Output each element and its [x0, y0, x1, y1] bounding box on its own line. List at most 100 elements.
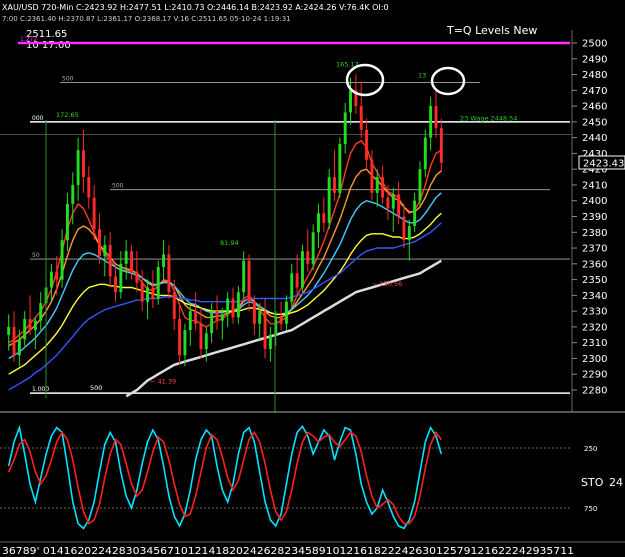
y-tick-label: 2410	[582, 180, 607, 191]
candle-body	[252, 301, 256, 324]
y-tick-label: 2320	[582, 322, 607, 333]
level-label-main: 000	[32, 115, 44, 122]
candle-body	[333, 177, 336, 193]
y-tick-label: 2390	[582, 212, 607, 223]
candle-body	[434, 106, 438, 129]
candle-body	[188, 311, 192, 331]
candle-body	[306, 251, 310, 264]
candle-body	[338, 143, 342, 193]
candle-body	[28, 319, 32, 331]
y-tick-label: 2360	[582, 259, 607, 270]
y-tick-label: 2400	[582, 196, 607, 207]
candle-body	[108, 244, 112, 277]
candle-body	[220, 314, 224, 321]
candle-body	[322, 213, 326, 223]
candle-body	[268, 334, 272, 349]
header-line2: 7:00 C:2361.40 H:2370.87 L:2361.17 O:236…	[2, 15, 291, 23]
candle-body	[65, 203, 69, 241]
candle-body	[199, 323, 203, 349]
candle-body	[365, 129, 369, 160]
candle-body	[55, 271, 59, 280]
candle-body	[300, 251, 304, 288]
candle-body	[76, 150, 80, 185]
y-tick-label: 2310	[582, 338, 607, 349]
candle-body	[423, 137, 427, 170]
candle	[300, 244, 304, 293]
y-tick-label: 2370	[582, 244, 607, 255]
y-tick-label: 2490	[582, 54, 607, 65]
candle-body	[194, 311, 198, 324]
candle-body	[49, 271, 53, 288]
candle-body	[114, 276, 117, 293]
level-label-mid: 500	[112, 183, 124, 190]
candle-body	[140, 282, 144, 302]
level-label-magenta: 1.272	[20, 36, 37, 43]
level-label-bottom: 1.000	[32, 386, 49, 393]
candle	[338, 137, 342, 198]
candle-body	[418, 169, 422, 201]
candle-body	[226, 298, 230, 315]
candle-body	[439, 128, 443, 163]
y-tick-label: 2330	[582, 307, 607, 318]
candle-body	[215, 311, 219, 321]
candle-body	[290, 273, 294, 302]
candle-body	[263, 311, 267, 349]
time-axis-labels: 36789' 014162022428303456710121418202426…	[2, 546, 574, 557]
y-tick-label: 2340	[582, 291, 607, 302]
candle-body	[103, 244, 107, 256]
candle-body	[407, 225, 411, 241]
candle-body	[172, 292, 176, 320]
candle-body	[39, 303, 43, 321]
candle	[327, 169, 331, 230]
candle-body	[130, 251, 133, 272]
last-price-label: 2423.43	[583, 159, 624, 170]
candle-body	[204, 333, 208, 349]
candle-body	[397, 194, 401, 217]
sto-level-label: 250	[584, 445, 597, 453]
candle-body	[279, 317, 283, 324]
candle-body	[295, 273, 299, 288]
level-label-top: 500	[62, 75, 74, 82]
chart-title: T=Q Levels New	[446, 24, 537, 37]
y-tick-label: 2460	[582, 102, 607, 113]
y-tick-label: 2500	[582, 39, 607, 50]
header-line1: XAU/USD 720-Min C:2423.92 H:2477.51 L:24…	[2, 3, 389, 12]
y-tick-label: 2380	[582, 228, 607, 239]
candle-body	[391, 194, 395, 209]
candle-body	[71, 184, 75, 204]
candle-body	[311, 232, 315, 264]
sto-label: STO	[581, 476, 604, 489]
candle-body	[98, 229, 101, 256]
candle-body	[135, 271, 139, 283]
candle-body	[231, 298, 235, 318]
candle-body	[375, 177, 379, 193]
annotation-label: 23 Wage 2448.54	[460, 114, 517, 122]
y-tick-label: 2300	[582, 354, 607, 365]
candle	[156, 260, 160, 305]
y-tick-label: 2440	[582, 133, 607, 144]
candle-body	[12, 326, 16, 356]
y-tick-label: 2450	[582, 117, 607, 128]
y-tick-label: 2480	[582, 70, 607, 81]
candle-body	[124, 251, 128, 264]
candle-body	[236, 292, 240, 318]
candle-body	[17, 339, 21, 356]
candle-body	[402, 216, 406, 241]
sto-level-label: 750	[584, 505, 597, 513]
candle-body	[247, 260, 251, 302]
annotation-label: 172.65	[56, 111, 79, 119]
candle-body	[317, 213, 320, 233]
annotation-label: 13	[418, 72, 426, 80]
y-tick-label: 2290	[582, 370, 607, 381]
annotation-label: 81.94	[220, 239, 239, 247]
y-tick-label: 2280	[582, 386, 607, 397]
candle-body	[92, 197, 96, 230]
candle-body	[381, 177, 385, 198]
candle-body	[33, 320, 37, 331]
candle-body	[162, 254, 166, 267]
candle-body	[284, 301, 288, 324]
candle-body	[343, 112, 347, 144]
candle-body	[7, 326, 11, 335]
candle-body	[178, 319, 182, 356]
candle-body	[359, 106, 363, 130]
